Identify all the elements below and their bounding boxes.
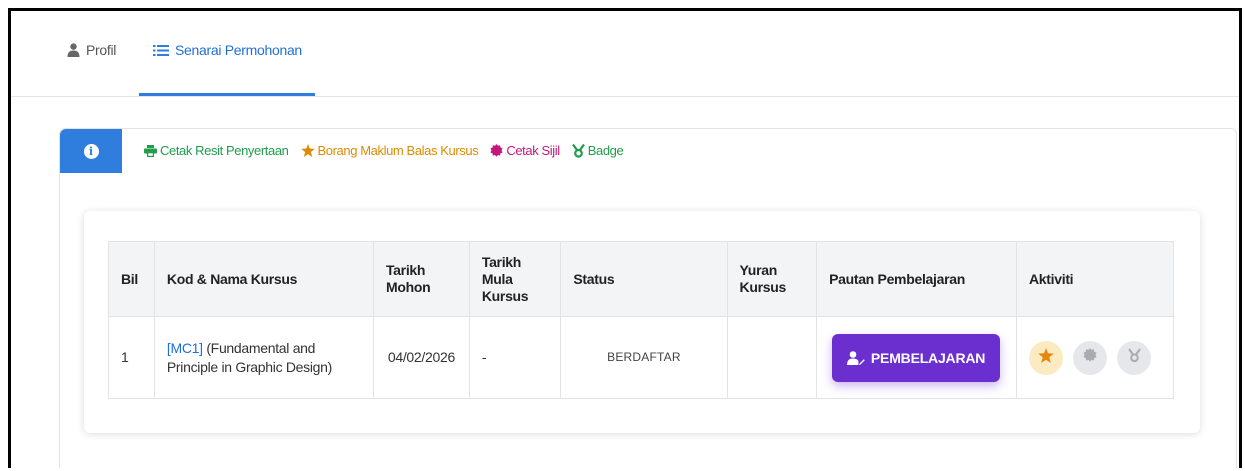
info-icon: i — [83, 143, 99, 159]
tab-profil[interactable]: Profil — [67, 39, 116, 61]
header-kod-nama: Kod & Nama Kursus — [153, 241, 374, 317]
application-card: i Cetak Resit Penyertaan Borang Maklum B… — [59, 128, 1237, 468]
borang-label: Borang Maklum Balas Kursus — [317, 143, 479, 158]
course-table: Bil Kod & Nama Kursus Tarikh Mohon Tarik… — [108, 241, 1174, 399]
cetak-sijil-link[interactable]: Cetak Sijil — [490, 143, 560, 158]
learner-icon — [846, 350, 865, 365]
header-aktiviti: Aktiviti — [1016, 241, 1174, 317]
tab-senarai-permohonan[interactable]: Senarai Permohonan — [153, 39, 302, 61]
borang-maklum-balas-link[interactable]: Borang Maklum Balas Kursus — [300, 143, 479, 158]
course-code-link[interactable]: [MC1] — [167, 340, 203, 356]
cell-bil: 1 — [108, 316, 155, 399]
star-icon — [1038, 347, 1054, 368]
pembelajaran-button[interactable]: PEMBELAJARAN — [832, 333, 1001, 382]
cell-tarikh-mula: - — [468, 316, 562, 399]
cetak-resit-link[interactable]: Cetak Resit Penyertaan — [144, 143, 289, 158]
star-icon — [300, 144, 315, 157]
tab-bar: Profil Senarai Permohonan — [11, 11, 1239, 97]
header-tarikh-mohon: Tarikh Mohon — [372, 241, 470, 317]
user-icon — [67, 43, 80, 57]
pembelajaran-label: PEMBELAJARAN — [870, 349, 986, 366]
printer-icon — [144, 144, 157, 157]
feedback-star-button[interactable] — [1029, 340, 1063, 375]
badge-link[interactable]: Badge — [571, 143, 624, 158]
app-frame: Profil Senarai Permohonan i Cetak Resit … — [8, 8, 1242, 468]
cell-status: BERDAFTAR — [560, 316, 728, 399]
header-yuran: Yuran Kursus — [726, 241, 818, 317]
table-card: Bil Kod & Nama Kursus Tarikh Mohon Tarik… — [84, 211, 1200, 433]
certificate-button[interactable] — [1073, 340, 1107, 375]
header-status: Status — [560, 241, 728, 317]
header-bil: Bil — [108, 241, 155, 317]
medal-icon — [571, 143, 585, 158]
certificate-icon — [490, 144, 503, 157]
active-tab-indicator — [139, 93, 315, 96]
cetak-sijil-label: Cetak Sijil — [506, 143, 560, 158]
certificate-icon — [1083, 348, 1097, 367]
table-row: 1 [MC1] (Fundamental and Principle in Gr… — [108, 316, 1174, 399]
header-tarikh-mula: Tarikh Mula Kursus — [468, 241, 562, 317]
tab-senarai-label: Senarai Permohonan — [175, 42, 302, 58]
medal-icon — [1127, 347, 1141, 368]
action-links: Cetak Resit Penyertaan Borang Maklum Bal… — [144, 143, 635, 158]
cetak-resit-label: Cetak Resit Penyertaan — [160, 143, 289, 158]
badge-label: Badge — [587, 143, 624, 158]
info-tab[interactable]: i — [60, 129, 122, 173]
list-icon — [153, 44, 169, 57]
cell-kod-nama: [MC1] (Fundamental and Principle in Grap… — [153, 316, 374, 399]
cell-yuran — [726, 316, 818, 399]
badge-button[interactable] — [1117, 340, 1151, 375]
table-header-row: Bil Kod & Nama Kursus Tarikh Mohon Tarik… — [108, 241, 1174, 317]
cell-pautan: PEMBELAJARAN — [816, 316, 1017, 399]
cell-aktiviti — [1016, 316, 1174, 399]
header-pautan: Pautan Pembelajaran — [816, 241, 1017, 317]
cell-tarikh-mohon: 04/02/2026 — [372, 316, 470, 399]
tab-profil-label: Profil — [86, 42, 117, 58]
